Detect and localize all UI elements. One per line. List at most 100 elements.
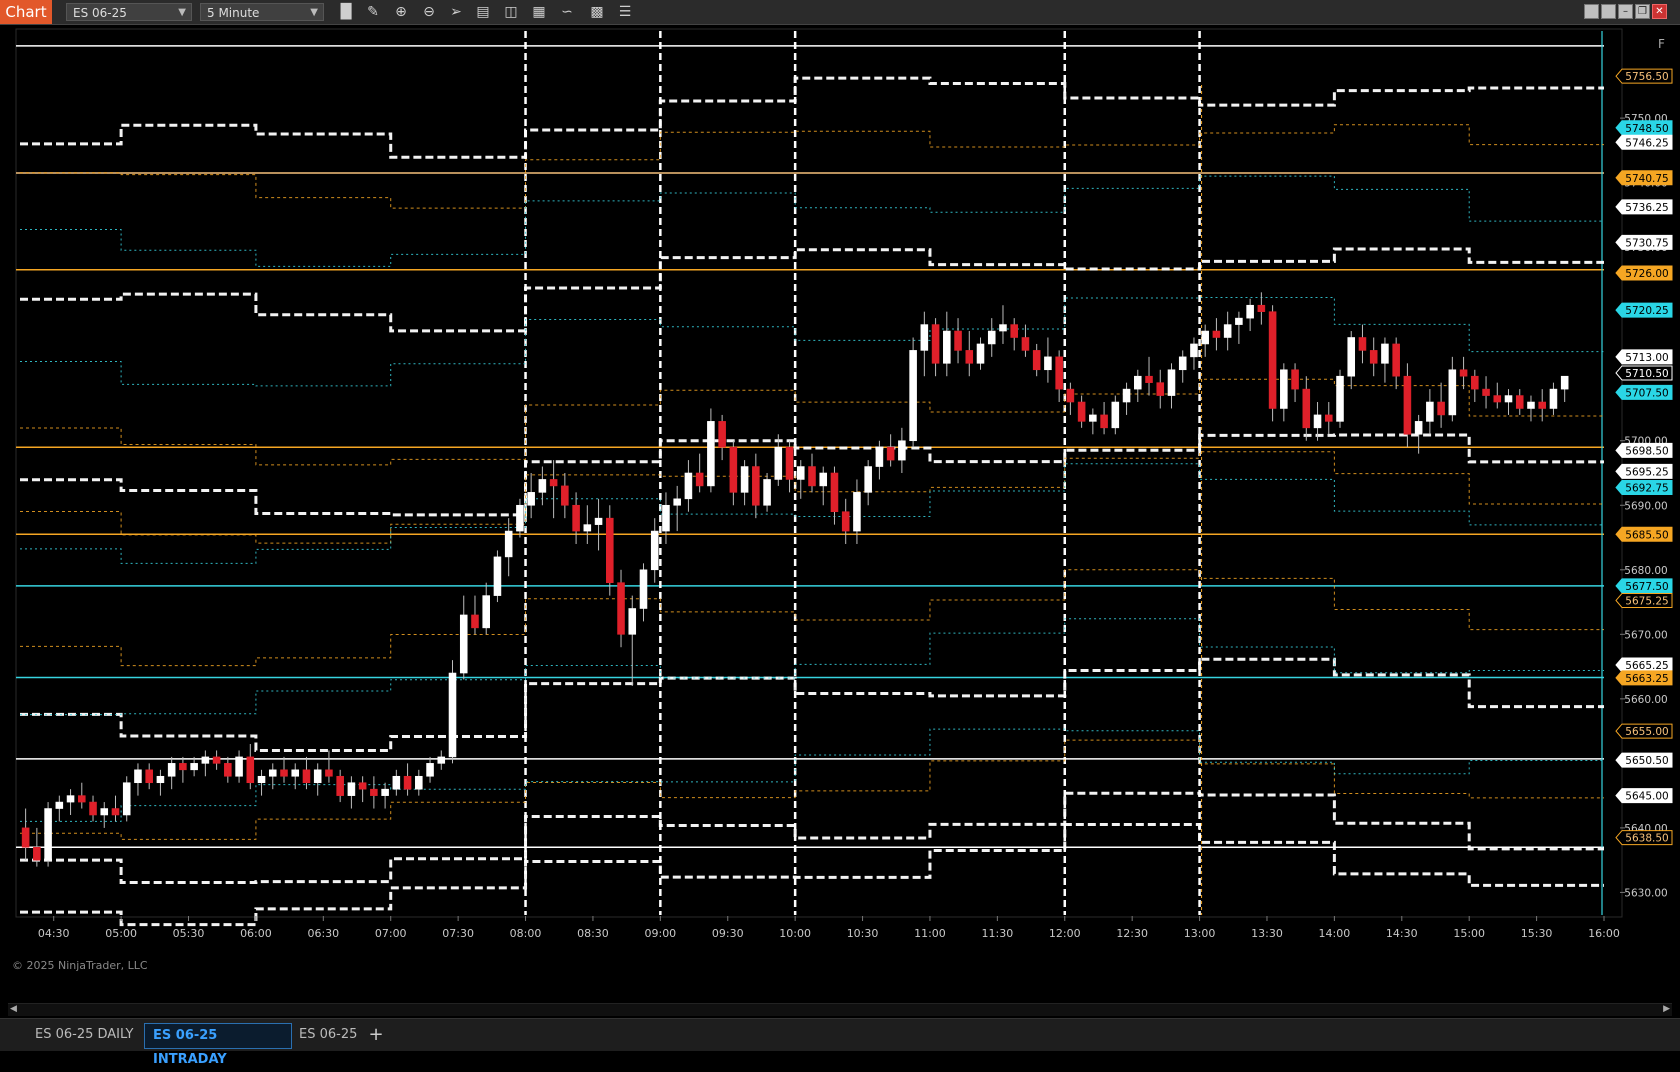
candle-body [1021, 337, 1030, 351]
copyright-text: © 2025 NinjaTrader, LLC [12, 959, 148, 972]
candle-body [538, 479, 547, 493]
candle-body [516, 504, 524, 532]
candle-body [673, 498, 681, 506]
panel-f-label[interactable]: F [1658, 37, 1665, 51]
candle-body [1527, 401, 1535, 409]
tile-icon[interactable] [1584, 4, 1599, 19]
candle-body [864, 466, 872, 493]
time-tick-label: 08:30 [577, 927, 609, 940]
instrument-selector[interactable]: ES 06-25 ▼ [66, 3, 192, 21]
candle-body [302, 769, 311, 784]
candle-body [179, 763, 187, 771]
candle-body [257, 775, 266, 784]
candle-body [1392, 343, 1400, 377]
time-tick-label: 10:30 [847, 927, 879, 940]
minimize-icon[interactable]: – [1618, 4, 1633, 19]
price-marker-label: 5650.50 [1625, 755, 1668, 767]
tile-icon[interactable] [1601, 4, 1616, 19]
candle-body [201, 756, 210, 764]
price-marker-label: 5665.25 [1625, 660, 1668, 672]
toolbar: Chart ES 06-25 ▼ 5 Minute ▼ █ ✎ ⊕ ⊖ ➢ ▤ … [0, 0, 1680, 25]
candle-body [785, 446, 794, 480]
zoom-out-icon[interactable]: ⊖ [418, 3, 440, 21]
indicator-step-line [20, 728, 1604, 822]
candle-body [606, 517, 614, 583]
list-icon[interactable]: ☰ [614, 3, 636, 21]
candle-body [617, 582, 625, 635]
candle-body [437, 756, 446, 764]
interval-selector[interactable]: 5 Minute ▼ [200, 3, 324, 21]
properties-icon[interactable]: ▩ [586, 3, 608, 21]
candle-body [954, 330, 962, 351]
scroll-right-icon[interactable]: ▶ [1663, 1004, 1670, 1014]
candle-body [999, 324, 1007, 332]
candle-body [280, 769, 288, 777]
indicator-step-line [20, 76, 1604, 159]
price-marker-label: 5677.50 [1625, 581, 1668, 593]
price-marker-label: 5655.00 [1625, 726, 1668, 738]
candle-body [426, 763, 434, 777]
candle-body [1223, 324, 1232, 338]
price-chart[interactable]: 04:30 05:00 05:30 06:00 06:30 07:00 07:30 08:00… [0, 25, 1680, 1000]
candle-body [212, 756, 221, 764]
price-tick-label: 5670.00 [1624, 629, 1667, 641]
strategies-icon[interactable]: ▦ [528, 3, 550, 21]
price-marker-label: 5736.25 [1625, 202, 1668, 214]
pointer-icon[interactable]: ➢ [445, 3, 467, 21]
indicator-step-line [20, 175, 1604, 267]
candle-body [830, 472, 839, 513]
candle-body [740, 466, 749, 493]
scroll-left-icon[interactable]: ◀ [10, 1004, 17, 1014]
candle-body [819, 472, 828, 487]
price-marker-label: 5713.00 [1625, 352, 1668, 364]
candle-body [504, 530, 513, 558]
candle-body [167, 763, 176, 777]
chart-trader-icon[interactable]: ∽ [556, 3, 578, 21]
candle-body [1055, 356, 1063, 390]
time-tick-label: 07:00 [375, 927, 407, 940]
price-tick-label: 5690.00 [1624, 500, 1667, 512]
restore-icon[interactable]: ❐ [1635, 4, 1650, 19]
candle-body [684, 472, 693, 500]
candle-body [381, 788, 389, 796]
level-lines [15, 28, 1623, 918]
candle-body [1403, 375, 1412, 435]
candle-body [1358, 337, 1367, 351]
indicators-icon[interactable]: ◫ [500, 3, 522, 21]
add-tab-button[interactable]: + [366, 1025, 386, 1045]
candle-body [459, 614, 468, 674]
zoom-in-icon[interactable]: ⊕ [390, 3, 412, 21]
horizontal-scrollbar[interactable]: ◀ ▶ [8, 1003, 1672, 1016]
candle-body [729, 446, 738, 493]
indicator-step-line [20, 124, 1604, 209]
candle-body [1381, 343, 1389, 364]
candle-body [1471, 375, 1479, 390]
bar-type-icon[interactable]: █ [335, 3, 357, 21]
time-tick-label: 12:30 [1116, 927, 1148, 940]
candle-body [1077, 401, 1086, 422]
draw-tool-icon[interactable]: ✎ [362, 3, 384, 21]
close-icon[interactable]: ✕ [1652, 4, 1667, 19]
candle-body [1291, 369, 1299, 390]
data-box-icon[interactable]: ▤ [472, 3, 494, 21]
candle-body [650, 530, 659, 571]
candle-body [639, 569, 648, 609]
tab-es-daily[interactable]: ES 06-25 DAILY [27, 1023, 141, 1047]
candle-body [145, 769, 153, 784]
tab-es-intraday[interactable]: ES 06-25 INTRADAY [144, 1023, 292, 1067]
time-tick-label: 09:30 [712, 927, 744, 940]
candle-body [336, 775, 344, 796]
candle-body [1313, 414, 1322, 429]
price-marker-label: 5720.25 [1625, 305, 1668, 317]
candle-body [268, 769, 277, 777]
candle-body [1010, 324, 1018, 338]
candle-body [44, 808, 52, 861]
price-tick-label: 5630.00 [1624, 887, 1667, 899]
candle-body [853, 492, 861, 532]
candle-body [1347, 337, 1356, 377]
candle-body [628, 608, 637, 635]
candle-body [965, 350, 974, 364]
tab-es[interactable]: ES 06-25 [291, 1023, 365, 1047]
time-tick-label: 10:00 [779, 927, 811, 940]
candle-body [695, 472, 704, 487]
